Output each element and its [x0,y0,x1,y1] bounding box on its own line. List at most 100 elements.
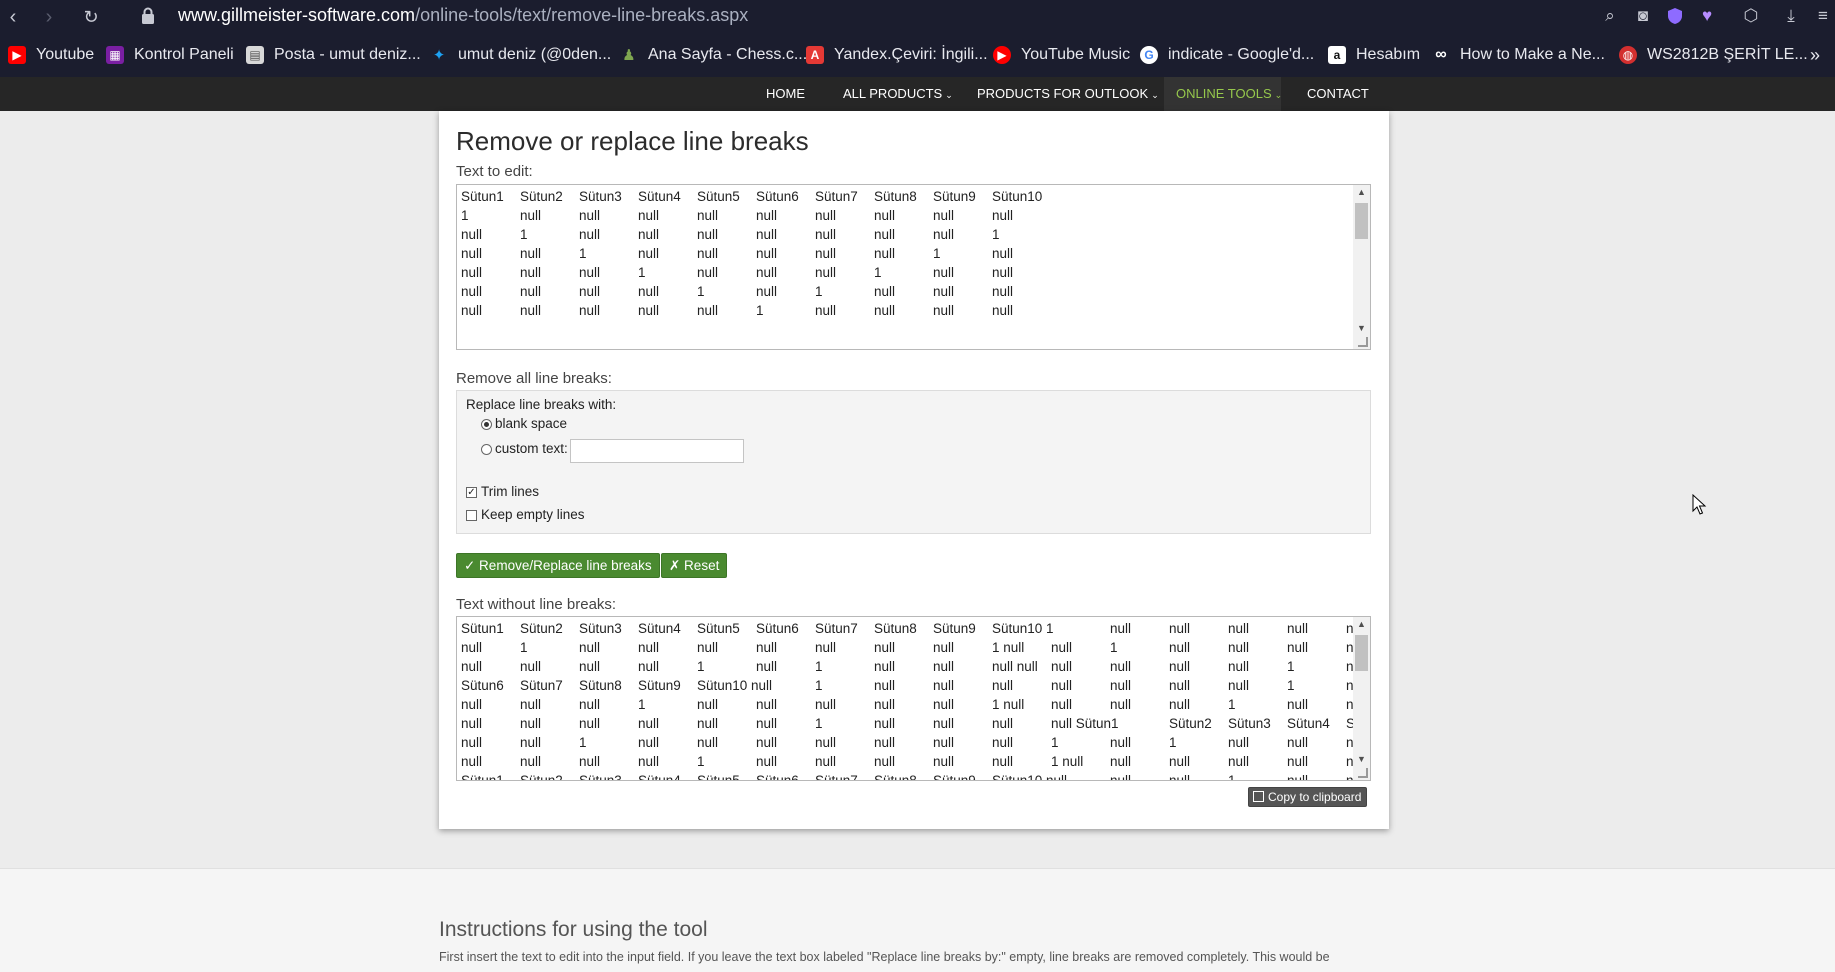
bookmark-item[interactable]: ▦ Kontrol Paneli [106,44,234,66]
translate-icon: A [806,46,824,64]
search-icon[interactable]: ⌕ [1599,5,1621,27]
browser-toolbar: ‹ › ↻ www.gillmeister-software.com/onlin… [0,0,1835,34]
bookmark-item[interactable]: A Yandex.Çeviri: İngili... [806,44,988,66]
input-scrollbar[interactable]: ▲ ▼ [1353,185,1370,349]
trim-lines-label: Trim lines [481,484,540,499]
custom-text-input[interactable] [570,439,744,463]
trim-lines-checkbox[interactable]: ✓ [466,487,477,498]
bookmark-item[interactable]: a Hesabım [1328,44,1420,66]
chevron-down-icon: ⌄ [1274,90,1283,100]
radio-custom-text[interactable] [481,444,492,455]
back-icon[interactable]: ‹ [0,4,26,30]
url-path: /online-tools/text/remove-line-breaks.as… [415,5,749,25]
nav-label: PRODUCTS FOR OUTLOOK [977,86,1149,101]
output-label: Text without line breaks: [456,596,617,613]
nav-online-tools[interactable]: ONLINE TOOLS ⌄ [1164,77,1283,111]
more-bookmarks-icon[interactable]: » [1810,44,1820,66]
site-nav: HOME ALL PRODUCTS ⌄ PRODUCTS FOR OUTLOOK ⌄… [0,77,1835,111]
blank-space-label: blank space [495,416,568,431]
cube-icon[interactable]: ⬡ [1740,5,1762,27]
panel-icon: ▦ [106,46,124,64]
nav-label: HOME [766,86,805,101]
bookmark-item[interactable]: Gindicate - Google'd... [1140,44,1314,66]
bookmark-item[interactable]: ▶ YouTube Music [993,44,1130,66]
reset-button[interactable]: ✗ Reset [661,553,728,578]
nav-all-products[interactable]: ALL PRODUCTS ⌄ [831,77,965,111]
nav-contact[interactable]: CONTACT [1295,77,1381,111]
instructions-text: First insert the text to edit into the i… [439,950,1330,964]
options-box: Replace line breaks with: blank space cu… [456,390,1371,534]
instructions-title: Instructions for using the tool [439,918,708,941]
scroll-thumb[interactable] [1355,635,1368,671]
scroll-up-icon[interactable]: ▲ [1353,617,1370,631]
bookmark-label: WS2812B ŞERİT LE... [1647,46,1808,63]
section-label: Remove all line breaks: [456,370,612,387]
bookmark-label: Yandex.Çeviri: İngili... [834,46,988,63]
amazon-icon: a [1328,46,1346,64]
output-text: Sütun1 Sütun2 Sütun3 Sütun4 Sütun5 Sütun… [461,621,1370,781]
twitter-icon: ✦ [432,47,446,64]
nav-products-outlook[interactable]: PRODUCTS FOR OUTLOOK ⌄ [965,77,1171,111]
url-host: www.gillmeister-software.com [178,5,416,25]
bookmark-label: Kontrol Paneli [134,46,234,63]
mouse-cursor-icon [1692,494,1707,515]
nav-label: CONTACT [1307,86,1369,101]
tool-card: Remove or replace line breaks Text to ed… [439,111,1389,829]
bookmark-item[interactable]: ▤ Posta - umut deniz... [246,44,421,66]
replace-label: Replace line breaks with: [466,397,617,412]
page-title: Remove or replace line breaks [456,126,809,156]
camera-icon[interactable]: ◙ [1632,5,1654,27]
reload-icon[interactable]: ↻ [78,4,104,30]
custom-text-label: custom text: [495,441,568,456]
bookmark-label: Posta - umut deniz... [274,46,421,63]
input-label: Text to edit: [456,163,533,180]
input-textarea[interactable]: Sütun1 Sütun2 Sütun3 Sütun4 Sütun5 Sütun… [456,184,1371,350]
menu-icon[interactable]: ≡ [1812,5,1834,27]
bookmark-item[interactable]: ✦ umut deniz (@0den... [430,44,612,66]
bookmark-label: Ana Sayfa - Chess.c... [648,46,808,63]
nav-label: ALL PRODUCTS [843,86,943,101]
lock-icon [142,7,154,24]
chess-icon: ♟ [622,47,636,64]
bookmark-label: YouTube Music [1021,46,1131,63]
output-textarea[interactable]: Sütun1 Sütun2 Sütun3 Sütun4 Sütun5 Sütun… [456,616,1371,781]
download-icon[interactable]: ⤓ [1780,5,1802,27]
shield-icon[interactable] [1664,5,1686,27]
resize-handle-icon[interactable] [1358,337,1368,347]
resize-handle-icon[interactable] [1358,768,1368,778]
keep-empty-checkbox[interactable] [466,510,477,521]
google-icon: G [1140,46,1158,64]
scroll-thumb[interactable] [1355,203,1368,239]
scroll-down-icon[interactable]: ▼ [1353,321,1370,335]
keep-empty-label: Keep empty lines [481,507,585,522]
scroll-down-icon[interactable]: ▼ [1353,752,1370,766]
document-icon: ▤ [246,46,264,64]
chevron-down-icon: ⌄ [1151,90,1159,100]
heart-icon[interactable]: ♥ [1696,5,1718,27]
bookmark-item[interactable]: ∞ How to Make a Ne... [1432,44,1605,66]
copy-clipboard-button[interactable]: Copy to clipboard [1248,787,1368,807]
bookmark-item[interactable]: ▶ Youtube [8,44,94,66]
copy-label: Copy to clipboard [1268,790,1362,804]
radio-blank-space[interactable] [481,419,492,430]
scroll-up-icon[interactable]: ▲ [1353,185,1370,199]
clipboard-icon [1253,791,1264,802]
address-bar[interactable]: www.gillmeister-software.com/online-tool… [178,5,748,26]
bookmarks-bar: ▶ Youtube ▦ Kontrol Paneli ▤ Posta - umut d… [0,34,1835,77]
output-scrollbar[interactable]: ▲ ▼ [1353,617,1370,780]
chevron-down-icon: ⌄ [945,90,953,100]
bookmark-label: indicate - Google'd... [1168,46,1315,63]
bookmark-label: umut deniz (@0den... [458,46,612,63]
bookmark-label: Youtube [36,46,95,63]
remove-replace-button[interactable]: ✓ Remove/Replace line breaks [456,553,660,578]
forward-icon[interactable]: › [36,4,62,30]
bookmark-label: Hesabım [1356,46,1421,63]
nav-label: ONLINE TOOLS [1176,86,1272,101]
bookmark-item[interactable]: ◍ WS2812B ŞERİT LE... [1619,44,1808,66]
bookmark-item[interactable]: ♟ Ana Sayfa - Chess.c... [620,44,807,66]
infinity-icon: ∞ [1435,46,1447,63]
youtube-music-icon: ▶ [993,46,1011,64]
youtube-icon: ▶ [8,46,26,64]
nav-home[interactable]: HOME [754,77,817,111]
input-text: Sütun1 Sütun2 Sütun3 Sütun4 Sütun5 Sütun… [461,189,1043,318]
